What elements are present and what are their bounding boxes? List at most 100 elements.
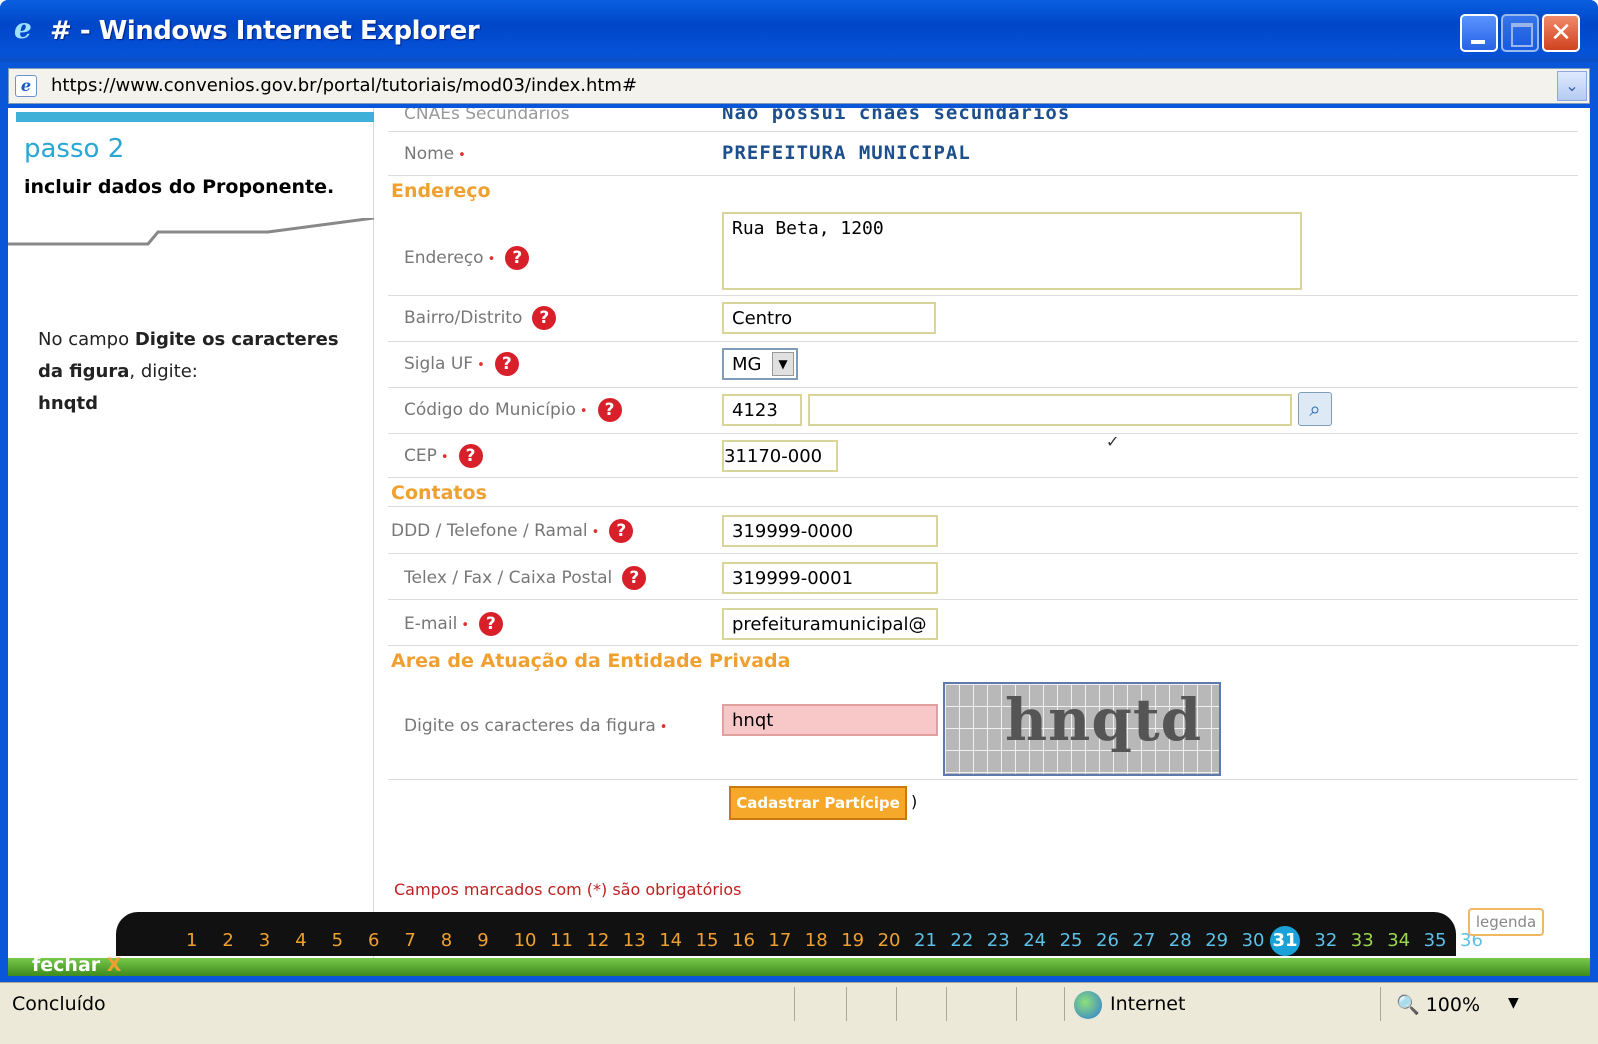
- page-32[interactable]: 32: [1314, 930, 1337, 951]
- page-9[interactable]: 9: [477, 930, 488, 951]
- endereco-textarea[interactable]: Rua Beta, 1200: [722, 212, 1302, 290]
- footer-bar: [8, 958, 1590, 976]
- close-x-icon: X: [106, 954, 122, 976]
- help-icon[interactable]: ?: [609, 519, 634, 543]
- captcha-image: hnqtd: [943, 682, 1221, 776]
- chevron-down-icon[interactable]: ▼: [772, 352, 794, 376]
- help-icon[interactable]: ?: [505, 246, 530, 270]
- row-bairro: Bairro/Distrito? Centro: [388, 296, 1578, 342]
- close-button[interactable]: ✕: [1542, 14, 1580, 52]
- page-6[interactable]: 6: [368, 930, 379, 951]
- globe-icon: [1074, 991, 1102, 1019]
- page-35[interactable]: 35: [1424, 930, 1447, 951]
- page-33[interactable]: 33: [1351, 930, 1374, 951]
- help-icon[interactable]: ?: [458, 444, 483, 468]
- help-icon[interactable]: ?: [532, 306, 557, 330]
- page-19[interactable]: 19: [841, 930, 864, 951]
- page-4[interactable]: 4: [295, 930, 306, 951]
- page-14[interactable]: 14: [659, 930, 682, 951]
- page-31-current[interactable]: 31: [1270, 926, 1300, 956]
- page-13[interactable]: 13: [623, 930, 646, 951]
- zoom-icon: 🔍: [1396, 994, 1420, 1016]
- status-bar: Concluído Internet 🔍 100% ▼: [0, 982, 1598, 1044]
- help-icon[interactable]: ?: [597, 398, 622, 422]
- page-5[interactable]: 5: [332, 930, 343, 951]
- page-17[interactable]: 17: [768, 930, 791, 951]
- page-26[interactable]: 26: [1096, 930, 1119, 951]
- page-2[interactable]: 2: [222, 930, 233, 951]
- page-30[interactable]: 30: [1242, 930, 1265, 951]
- page-content: passo 2 incluir dados do Proponente. No …: [8, 108, 1590, 976]
- page-icon: e: [15, 75, 37, 97]
- row-cep: CEP •? 31170-000: [388, 434, 1578, 478]
- maximize-button[interactable]: [1501, 14, 1539, 52]
- address-dropdown-icon[interactable]: ⌄: [1557, 71, 1587, 101]
- page-29[interactable]: 29: [1205, 930, 1228, 951]
- nome-value: PREFEITURA MUNICIPAL: [722, 142, 971, 164]
- page-15[interactable]: 15: [696, 930, 719, 951]
- municipio-code-input[interactable]: 4123: [722, 394, 802, 426]
- zoom-value: 100%: [1425, 994, 1481, 1016]
- page-1[interactable]: 1: [186, 930, 197, 951]
- ie-logo-icon: e: [14, 12, 32, 45]
- tutorial-panel: passo 2 incluir dados do Proponente. No …: [8, 108, 374, 976]
- row-fax: Telex / Fax / Caixa Postal? 319999-0001: [388, 554, 1578, 600]
- uf-select[interactable]: MG ▼: [722, 348, 798, 380]
- endereco-label: Endereço •?: [404, 246, 530, 270]
- page-navigation: 1 2 3 4 5 6 7 8 9 10 11 12 13 14 15 16 17 18 19 20 21 22 23 24 2…: [116, 912, 1483, 956]
- email-input[interactable]: prefeituramunicipal@: [722, 608, 938, 640]
- instr-pre: No campo: [38, 329, 135, 350]
- window-title: # - Windows Internet Explorer: [50, 16, 480, 46]
- instr-code: hnqtd: [38, 393, 99, 414]
- bairro-input[interactable]: Centro: [722, 302, 936, 334]
- municipio-label: Código do Município •?: [404, 398, 622, 422]
- row-endereco: Endereço •? Rua Beta, 1200: [388, 176, 1578, 296]
- page-21[interactable]: 21: [914, 930, 937, 951]
- page-25[interactable]: 25: [1060, 930, 1083, 951]
- minimize-button[interactable]: [1460, 14, 1498, 52]
- help-icon[interactable]: ?: [494, 352, 519, 376]
- page-22[interactable]: 22: [950, 930, 973, 951]
- page-20[interactable]: 20: [878, 930, 901, 951]
- page-18[interactable]: 18: [805, 930, 828, 951]
- fax-input[interactable]: 319999-0001: [722, 562, 938, 594]
- fax-label: Telex / Fax / Caixa Postal?: [404, 566, 647, 590]
- legenda-button[interactable]: legenda: [1468, 908, 1544, 936]
- telefone-input[interactable]: 319999-0000: [722, 515, 938, 547]
- address-url[interactable]: https://www.convenios.gov.br/portal/tuto…: [51, 75, 637, 96]
- browser-window: e # - Windows Internet Explorer ✕ e http…: [0, 0, 1598, 1044]
- page-28[interactable]: 28: [1169, 930, 1192, 951]
- row-municipio: Código do Município •? 4123 ⌕: [388, 388, 1578, 434]
- page-3[interactable]: 3: [259, 930, 270, 951]
- page-12[interactable]: 12: [586, 930, 609, 951]
- page-23[interactable]: 23: [987, 930, 1010, 951]
- step-subtitle: incluir dados do Proponente.: [24, 176, 335, 198]
- help-icon[interactable]: ?: [478, 612, 503, 636]
- nome-label: Nome •: [404, 144, 466, 164]
- zoom-dropdown-icon[interactable]: ▼: [1508, 995, 1519, 1011]
- page-16[interactable]: 16: [732, 930, 755, 951]
- address-bar[interactable]: e https://www.convenios.gov.br/portal/tu…: [8, 68, 1590, 104]
- status-text: Concluído: [12, 993, 106, 1015]
- help-icon[interactable]: ?: [622, 566, 647, 590]
- search-icon[interactable]: ⌕: [1298, 392, 1332, 426]
- row-nome: Nome • PREFEITURA MUNICIPAL: [388, 132, 1578, 176]
- zoom-level[interactable]: 🔍 100%: [1396, 993, 1480, 1016]
- page-8[interactable]: 8: [441, 930, 452, 951]
- telefone-label: DDD / Telefone / Ramal •?: [391, 519, 634, 543]
- fechar-button[interactable]: fechar X: [32, 954, 121, 976]
- page-34[interactable]: 34: [1387, 930, 1410, 951]
- page-27[interactable]: 27: [1132, 930, 1155, 951]
- page-11[interactable]: 11: [550, 930, 573, 951]
- zone-text: Internet: [1110, 993, 1186, 1015]
- page-7[interactable]: 7: [404, 930, 415, 951]
- municipio-name-input[interactable]: [808, 394, 1292, 426]
- row-email: E-mail •? prefeituramunicipal@: [388, 600, 1578, 646]
- cep-input[interactable]: 31170-000: [722, 440, 838, 472]
- page-10[interactable]: 10: [514, 930, 537, 951]
- captcha-input[interactable]: hnqt: [722, 704, 938, 736]
- cadastrar-button[interactable]: Cadastrar Partícipe: [729, 786, 907, 820]
- page-24[interactable]: 24: [1023, 930, 1046, 951]
- captcha-image-text: hnqtd: [1005, 686, 1203, 754]
- step-title: passo 2: [24, 134, 125, 164]
